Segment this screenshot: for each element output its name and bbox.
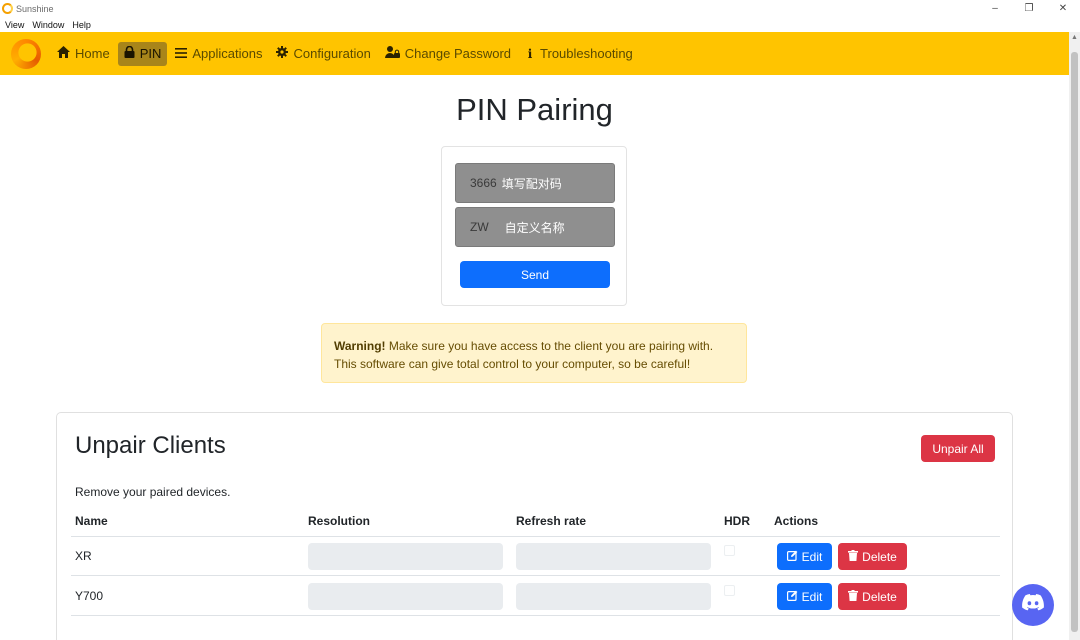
column-header-hdr: HDR bbox=[724, 514, 750, 528]
device-name-annotation: 自定义名称 bbox=[504, 220, 565, 235]
nav-item-change-password[interactable]: Change Password bbox=[379, 42, 517, 66]
menu-view[interactable]: View bbox=[5, 20, 24, 30]
scroll-thumb[interactable] bbox=[1071, 52, 1078, 632]
nav-label: Home bbox=[75, 46, 110, 61]
trash-icon bbox=[848, 549, 859, 564]
unpair-all-button[interactable]: Unpair All bbox=[921, 435, 995, 462]
nav-item-troubleshooting[interactable]: i Troubleshooting bbox=[519, 42, 639, 66]
edit-icon bbox=[786, 550, 798, 564]
table-divider bbox=[71, 575, 1000, 576]
edit-button[interactable]: Edit bbox=[777, 543, 832, 570]
warning-text-2: This software can give total control to … bbox=[334, 357, 691, 371]
sunshine-logo-icon bbox=[2, 3, 13, 14]
nav-item-pin[interactable]: PIN bbox=[117, 41, 168, 66]
device-name-input[interactable]: ZW 自定义名称 bbox=[455, 207, 615, 247]
list-icon bbox=[175, 47, 188, 61]
nav-label: Change Password bbox=[404, 46, 512, 61]
unpair-clients-card: Unpair Clients Unpair All Remove your pa… bbox=[56, 412, 1013, 640]
window-controls: – ❐ ✕ bbox=[978, 0, 1080, 17]
unpair-clients-description: Remove your paired devices. bbox=[75, 485, 231, 499]
nav-item-applications[interactable]: Applications bbox=[169, 42, 268, 66]
restore-button[interactable]: ❐ bbox=[1012, 0, 1046, 17]
delete-label: Delete bbox=[862, 589, 897, 604]
refresh-rate-input[interactable] bbox=[516, 543, 711, 570]
pin-form-card: 3666 填写配对码 ZW 自定义名称 Send bbox=[441, 146, 627, 306]
scroll-up-icon[interactable]: ▲ bbox=[1069, 34, 1080, 44]
delete-button[interactable]: Delete bbox=[838, 543, 907, 570]
pin-input-value: 3666 bbox=[470, 176, 497, 190]
minimize-button[interactable]: – bbox=[978, 0, 1012, 17]
send-button[interactable]: Send bbox=[460, 261, 610, 288]
resolution-input[interactable] bbox=[308, 583, 503, 610]
user-lock-icon bbox=[384, 46, 400, 61]
delete-button[interactable]: Delete bbox=[838, 583, 907, 610]
unpair-clients-title: Unpair Clients bbox=[75, 432, 226, 459]
gear-icon bbox=[276, 46, 289, 61]
hdr-checkbox[interactable] bbox=[724, 545, 735, 556]
pin-input[interactable]: 3666 填写配对码 bbox=[455, 163, 615, 203]
nav-item-configuration[interactable]: Configuration bbox=[270, 42, 376, 66]
trash-icon bbox=[848, 589, 859, 604]
warning-strong: Warning! bbox=[334, 339, 386, 353]
menu-window[interactable]: Window bbox=[32, 20, 64, 30]
edit-button[interactable]: Edit bbox=[777, 583, 832, 610]
client-name: XR bbox=[75, 549, 92, 563]
edit-label: Edit bbox=[801, 549, 823, 564]
warning-alert: Warning! Make sure you have access to th… bbox=[321, 323, 747, 383]
home-icon bbox=[57, 46, 70, 61]
close-button[interactable]: ✕ bbox=[1046, 0, 1080, 17]
pin-input-annotation: 填写配对码 bbox=[501, 176, 562, 191]
warning-line-1: Warning! Make sure you have access to th… bbox=[334, 337, 734, 355]
warning-text-1: Make sure you have access to the client … bbox=[385, 339, 714, 353]
lock-icon bbox=[124, 45, 135, 61]
refresh-rate-input[interactable] bbox=[516, 583, 711, 610]
column-header-resolution: Resolution bbox=[308, 514, 370, 528]
vertical-scrollbar[interactable]: ▲ bbox=[1069, 32, 1080, 640]
menu-bar: View Window Help bbox=[0, 17, 1080, 32]
delete-label: Delete bbox=[862, 549, 897, 564]
hdr-checkbox[interactable] bbox=[724, 585, 735, 596]
edit-icon bbox=[786, 590, 798, 604]
page-title: PIN Pairing bbox=[456, 92, 613, 127]
window-title: Sunshine bbox=[16, 3, 54, 14]
top-navbar: Home PIN Applications Configuration Chan… bbox=[0, 32, 1069, 75]
discord-icon bbox=[1022, 594, 1044, 616]
resolution-input[interactable] bbox=[308, 543, 503, 570]
column-header-actions: Actions bbox=[774, 514, 819, 528]
nav-label: Applications bbox=[192, 46, 263, 61]
info-icon: i bbox=[527, 46, 533, 61]
nav-label: PIN bbox=[139, 46, 162, 61]
column-header-name: Name bbox=[75, 514, 108, 528]
nav-label: Troubleshooting bbox=[540, 46, 633, 61]
column-header-refresh-rate: Refresh rate bbox=[516, 514, 587, 528]
table-divider bbox=[71, 536, 1000, 537]
client-name: Y700 bbox=[75, 589, 104, 603]
nav-item-home[interactable]: Home bbox=[51, 42, 116, 66]
nav-label: Configuration bbox=[293, 46, 371, 61]
table-divider bbox=[71, 615, 1000, 616]
device-name-value: ZW bbox=[470, 220, 489, 234]
discord-button[interactable] bbox=[1012, 584, 1054, 626]
sunshine-brand-logo[interactable] bbox=[11, 38, 41, 69]
window-titlebar: Sunshine – ❐ ✕ bbox=[0, 0, 1080, 17]
edit-label: Edit bbox=[801, 589, 823, 604]
menu-help[interactable]: Help bbox=[72, 20, 91, 30]
